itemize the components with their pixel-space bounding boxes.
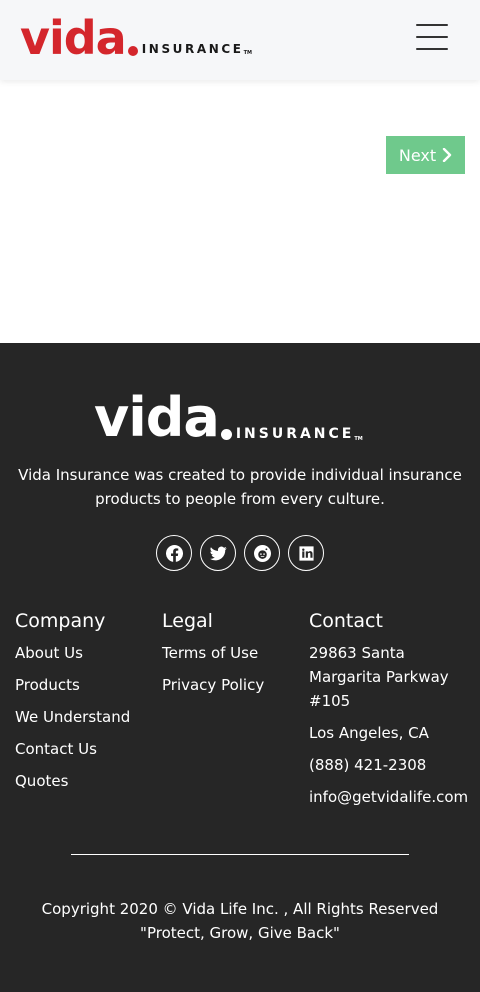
contact-column: Contact 29863 Santa Margarita Parkway #1… [309,609,474,817]
footer-logo-subtitle: INSURANCE [235,426,355,442]
social-links [156,535,324,571]
logo-wordmark: vida [20,11,127,65]
logo-dot [127,46,138,56]
footer-logo-wordmark: vida [94,386,220,449]
site-header: vida INSURANCE TM [0,0,480,80]
twitter-icon[interactable] [200,535,236,571]
about-us-link[interactable]: About Us [15,641,175,665]
footer-divider [71,854,409,855]
terms-of-use-link[interactable]: Terms of Use [162,641,322,665]
company-column: Company About Us Products We Understand … [15,609,175,801]
legal-heading: Legal [162,610,213,632]
copyright-block: Copyright 2020 © Vida Life Inc. , All Ri… [0,897,480,945]
next-button-label: Next [398,145,437,165]
tagline-text: "Protect, Grow, Give Back" [140,924,340,942]
legal-column: Legal Terms of Use Privacy Policy [162,609,322,705]
quotes-link[interactable]: Quotes [15,769,175,793]
contact-city: Los Angeles, CA [309,724,429,742]
contact-address: 29863 Santa Margarita Parkway #105 [309,644,449,710]
vida-insurance-logo[interactable]: vida INSURANCE TM [20,11,252,65]
contact-phone-link[interactable]: (888) 421-2308 [309,753,474,777]
contact-us-link[interactable]: Contact Us [15,737,175,761]
logo-trademark: TM [243,50,252,56]
copyright-text: Copyright 2020 © Vida Life Inc. , All Ri… [41,900,439,918]
company-heading: Company [15,610,106,632]
we-understand-link[interactable]: We Understand [15,705,175,729]
linkedin-icon[interactable] [288,535,324,571]
footer-description: Vida Insurance was created to provide in… [18,466,462,508]
products-link[interactable]: Products [15,673,175,697]
contact-email-link[interactable]: info@getvidalife.com [309,785,474,809]
hamburger-menu-icon[interactable] [408,20,456,56]
chevron-right-icon [442,148,452,162]
site-footer: vida INSURANCE TM Vida Insurance was cre… [0,343,480,992]
footer-logo[interactable]: vida INSURANCE TM [94,386,363,449]
privacy-policy-link[interactable]: Privacy Policy [162,673,322,697]
footer-logo-trademark: TM [354,436,363,442]
contact-heading: Contact [309,610,383,632]
logo-subtitle: INSURANCE [141,42,244,56]
reddit-icon[interactable] [244,535,280,571]
next-button[interactable]: Next [386,136,465,174]
facebook-icon[interactable] [156,535,192,571]
footer-logo-dot [220,429,232,440]
